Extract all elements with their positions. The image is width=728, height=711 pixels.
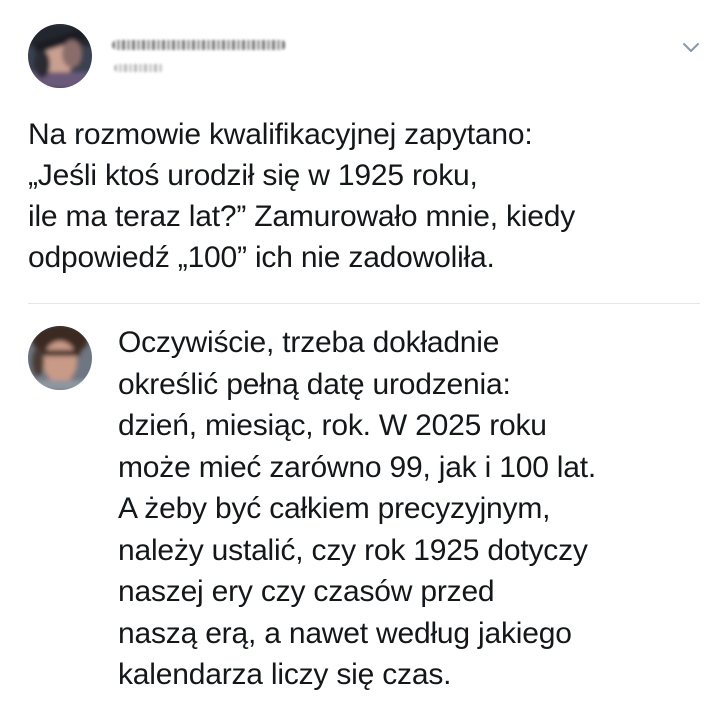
reply-line: naszej ery czy czasów przed — [118, 575, 495, 608]
reply-line: kalendarza liczy się czas. — [118, 658, 452, 691]
reply-text: Oczywiście, trzeba dokładnie określić pe… — [118, 322, 718, 696]
reply-line: może mieć zarówno 99, jak i 100 lat. — [118, 450, 597, 484]
chevron-down-icon[interactable] — [680, 36, 702, 58]
reply-line: Oczywiście, trzeba dokładnie — [118, 326, 500, 359]
divider — [28, 303, 700, 304]
reply-avatar[interactable] — [28, 326, 92, 390]
author-avatar[interactable] — [28, 24, 92, 88]
reply-line: należy ustalić, czy rok 1925 dotyczy — [118, 533, 588, 567]
reply-line: naszą erą, a nawet według jakiego — [118, 616, 572, 650]
author-name-redacted — [112, 40, 286, 50]
tweet-header — [28, 24, 708, 90]
reply-line: A żeby być całkiem precyzyjnym, — [118, 492, 551, 525]
tweet-line: odpowiedź „100” ich nie zadowoliła. — [28, 241, 495, 274]
reply-line: dzień, miesiąc, rok. W 2025 roku — [118, 409, 547, 442]
tweet-text: Na rozmowie kwalifikacyjnej zapytano: „J… — [28, 114, 708, 278]
reply-line: określić pełną datę urodzenia: — [118, 367, 511, 401]
tweet-line: „Jeśli ktoś urodził się w 1925 roku, — [28, 159, 478, 192]
author-handle-redacted — [114, 64, 164, 72]
tweet-line: Na rozmowie kwalifikacyjnej zapytano: — [28, 118, 533, 151]
tweet-line: ile ma teraz lat?” Zamurowało mnie, kied… — [28, 200, 576, 233]
